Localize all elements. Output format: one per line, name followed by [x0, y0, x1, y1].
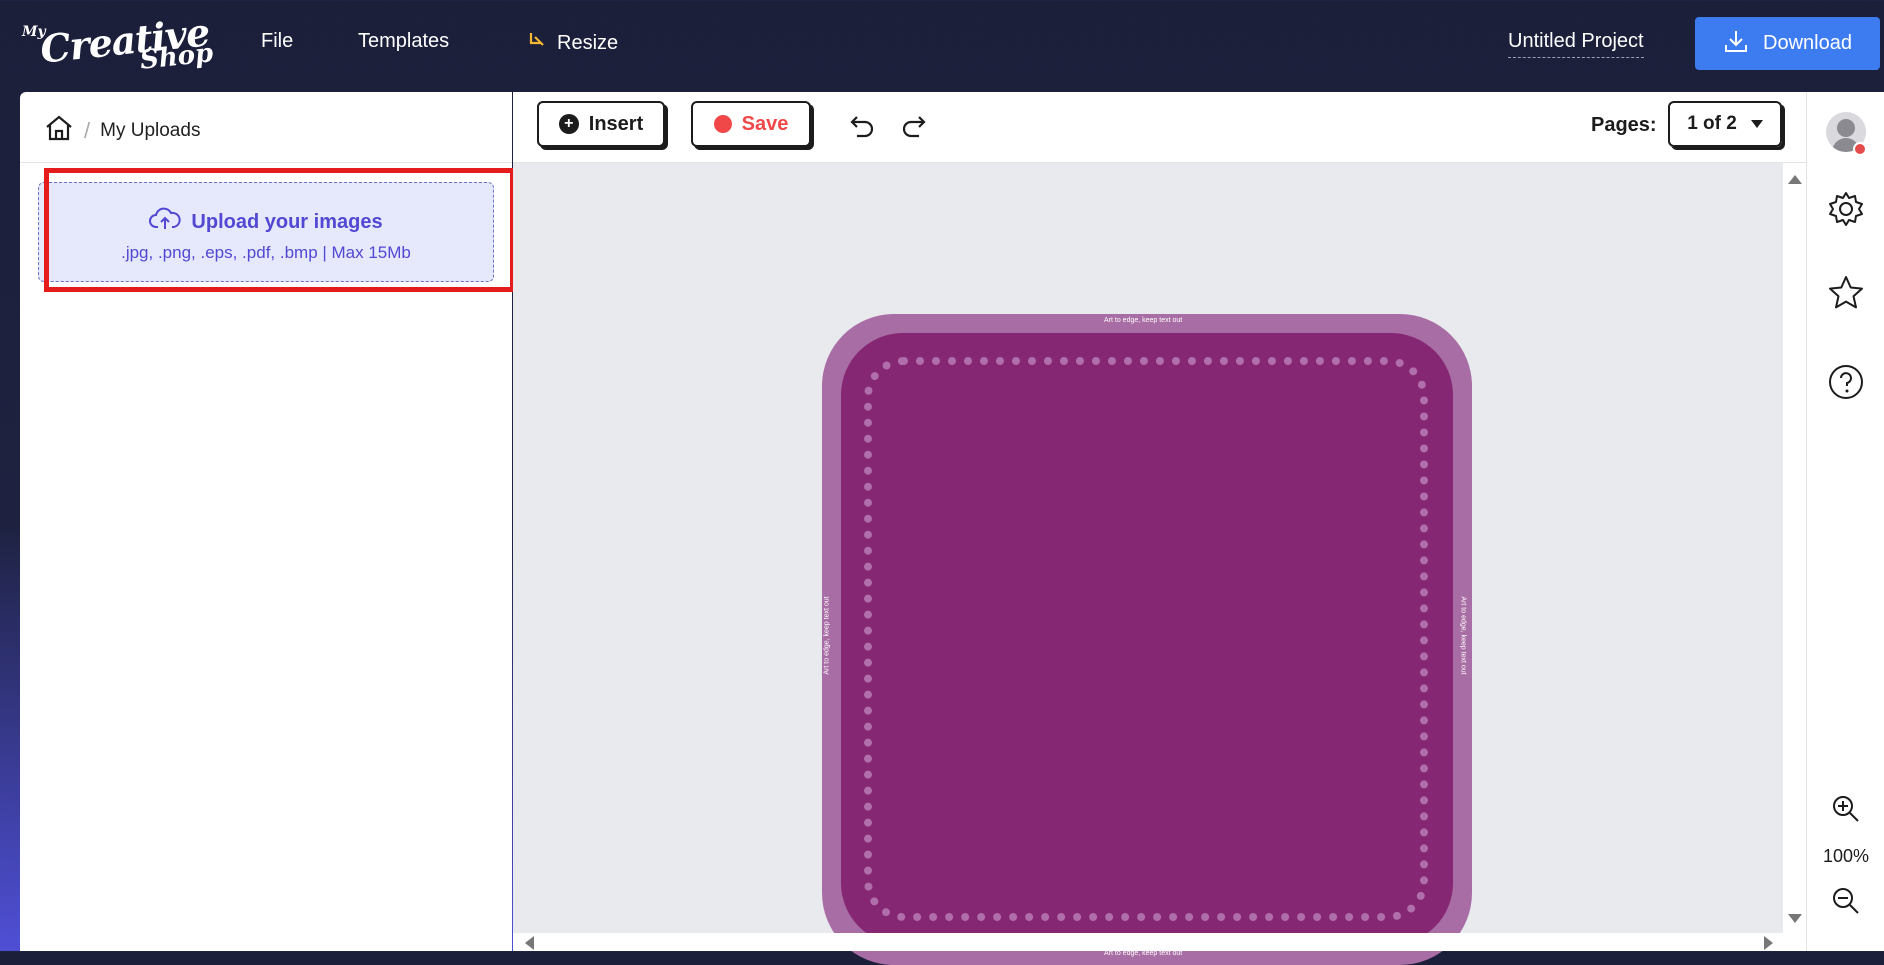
design-artboard[interactable]: Art to edge, keep text out Art to edge, … [822, 314, 1472, 965]
download-label: Download [1763, 32, 1852, 54]
design-inner-panel[interactable] [841, 333, 1453, 945]
download-button[interactable]: Download [1695, 17, 1880, 70]
undo-icon[interactable] [843, 110, 877, 144]
plus-icon: + [558, 114, 579, 134]
gear-icon[interactable] [1827, 190, 1865, 228]
uploads-panel: / My Uploads Upload your images .jpg, .p… [20, 92, 515, 951]
redo-icon[interactable] [899, 110, 933, 144]
right-rail: 100% [1806, 92, 1884, 951]
home-icon[interactable] [44, 114, 74, 148]
pages-value: 1 of 2 [1687, 113, 1737, 134]
nav-resize[interactable]: Resize [527, 30, 618, 56]
save-dot-icon [713, 115, 732, 133]
edge-text-left: Art to edge, keep text out [823, 596, 831, 675]
breadcrumb-current: My Uploads [100, 120, 201, 141]
download-icon [1723, 28, 1749, 60]
edge-text-bottom: Art to edge, keep text out [1104, 950, 1183, 957]
breadcrumb-separator: / [84, 118, 91, 143]
scroll-down-arrow[interactable] [1788, 914, 1802, 923]
nav-file[interactable]: File [261, 30, 293, 53]
pages-select[interactable]: 1 of 2 [1668, 101, 1782, 147]
breadcrumb: / My Uploads [44, 114, 200, 148]
edge-text-top: Art to edge, keep text out [1104, 317, 1183, 324]
nav-resize-label: Resize [557, 31, 619, 54]
highlight-box [44, 168, 515, 292]
edge-text-right: Art to edge, keep text out [1459, 596, 1467, 675]
horizontal-scrollbar[interactable] [513, 933, 1783, 951]
scroll-left-arrow[interactable] [525, 936, 534, 950]
nav-templates[interactable]: Templates [358, 30, 449, 53]
insert-button[interactable]: + Insert [537, 101, 665, 147]
canvas-area[interactable]: Art to edge, keep text out Art to edge, … [513, 163, 1783, 965]
chevron-down-icon [1750, 120, 1763, 128]
dotted-border [864, 357, 1428, 921]
editor-main: + Insert Save Pages: 1 of 2 Art to edge,… [513, 92, 1806, 965]
scroll-up-arrow[interactable] [1788, 175, 1802, 184]
zoom-in-icon[interactable] [1831, 794, 1861, 824]
scroll-right-arrow[interactable] [1764, 936, 1773, 950]
save-button[interactable]: Save [691, 101, 811, 147]
editor-toolbar: + Insert Save Pages: 1 of 2 [513, 92, 1806, 163]
resize-icon [527, 30, 547, 56]
notification-badge [1853, 142, 1867, 156]
insert-label: Insert [588, 112, 644, 135]
help-icon[interactable] [1827, 363, 1865, 401]
pages-label: Pages: [1591, 114, 1657, 136]
vertical-scrollbar[interactable] [1783, 163, 1806, 933]
panel-divider [20, 162, 512, 163]
star-icon[interactable] [1827, 274, 1865, 312]
top-bar: My Creative Shop File Templates Resize U… [0, 0, 1884, 88]
project-title[interactable]: Untitled Project [1508, 30, 1644, 58]
zoom-out-icon[interactable] [1831, 886, 1861, 916]
logo[interactable]: My Creative Shop [22, 9, 215, 75]
zoom-level: 100% [1822, 846, 1870, 866]
logo-shop: Shop [138, 38, 215, 76]
save-label: Save [741, 112, 789, 135]
